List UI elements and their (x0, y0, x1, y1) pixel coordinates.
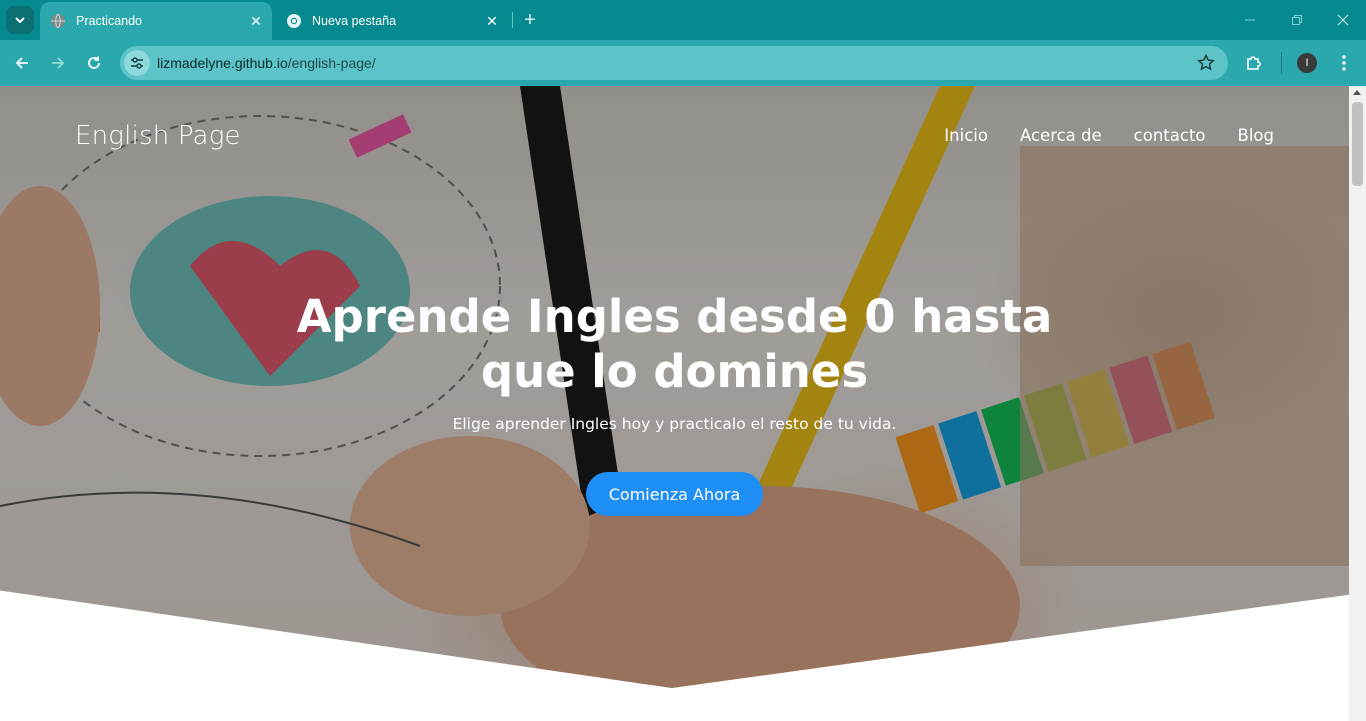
menu-button[interactable] (1333, 52, 1355, 74)
hero-title-line-1: Aprende Ingles desde 0 hasta (296, 290, 1053, 343)
hero-subtitle: Elige aprender Ingles hoy y practicalo e… (452, 415, 897, 433)
nav-link-blog[interactable]: Blog (1238, 126, 1274, 145)
tab-search-button[interactable] (6, 6, 34, 34)
page-scrollbar[interactable] (1349, 86, 1366, 721)
scroll-thumb[interactable] (1352, 102, 1363, 186)
chevron-down-icon (15, 17, 25, 24)
main-nav: Inicio Acerca de contacto Blog (944, 126, 1274, 145)
reload-icon (88, 56, 100, 69)
extensions-button[interactable] (1243, 52, 1265, 74)
back-button[interactable] (10, 51, 34, 75)
tab-separator (512, 12, 513, 28)
nav-link-acerca-de[interactable]: Acerca de (1020, 126, 1102, 145)
arrow-left-icon (15, 57, 28, 69)
forward-button[interactable] (46, 51, 70, 75)
site-info-button[interactable] (124, 50, 150, 76)
nav-link-contacto[interactable]: contacto (1134, 126, 1206, 145)
start-now-button[interactable]: Comienza Ahora (586, 472, 763, 516)
tab-title: Practicando (76, 14, 143, 28)
puzzle-icon (1247, 56, 1261, 70)
hero-title: Aprende Ingles desde 0 hasta que lo domi… (0, 289, 1349, 399)
chrome-icon (287, 14, 301, 28)
arrow-right-icon (52, 57, 65, 69)
profile-button[interactable]: I (1296, 52, 1318, 74)
tab-practicando[interactable]: Practicando ✕ (40, 2, 272, 40)
hero-title-line-2: que lo domines (480, 345, 869, 398)
minimize-icon (1245, 19, 1255, 21)
url-host: lizmadelyne.github.io (157, 55, 288, 71)
close-icon (1337, 14, 1349, 26)
tune-icon (131, 57, 143, 69)
tab-nueva-pestana[interactable]: Nueva pestaña ✕ (276, 2, 508, 40)
close-icon[interactable]: ✕ (248, 13, 264, 29)
site-logo[interactable]: English Page (75, 121, 241, 151)
close-window-button[interactable] (1333, 10, 1353, 30)
address-bar[interactable]: lizmadelyne.github.io/english-page/ (120, 46, 1228, 80)
toolbar-separator (1281, 52, 1282, 74)
nav-link-inicio[interactable]: Inicio (944, 126, 988, 145)
restore-button[interactable] (1287, 10, 1307, 30)
hero-section: English Page Inicio Acerca de contacto B… (0, 86, 1349, 688)
url-text[interactable]: lizmadelyne.github.io/english-page/ (157, 55, 376, 71)
bookmark-star-icon[interactable] (1196, 53, 1216, 73)
close-icon[interactable]: ✕ (484, 13, 500, 29)
tab-title: Nueva pestaña (312, 14, 397, 28)
url-path: /english-page/ (287, 55, 376, 71)
page-viewport: English Page Inicio Acerca de contacto B… (0, 86, 1349, 721)
more-vert-icon (1342, 55, 1346, 71)
avatar: I (1297, 53, 1317, 73)
minimize-button[interactable] (1240, 10, 1260, 30)
restore-icon (1292, 15, 1302, 25)
browser-toolbar: lizmadelyne.github.io/english-page/ I (0, 40, 1366, 86)
reload-button[interactable] (82, 51, 106, 75)
new-tab-button[interactable]: + (520, 10, 540, 30)
globe-icon (51, 13, 65, 29)
tab-strip: Practicando ✕ Nueva pestaña ✕ + (0, 0, 1366, 40)
scroll-up-arrow[interactable] (1353, 90, 1361, 95)
